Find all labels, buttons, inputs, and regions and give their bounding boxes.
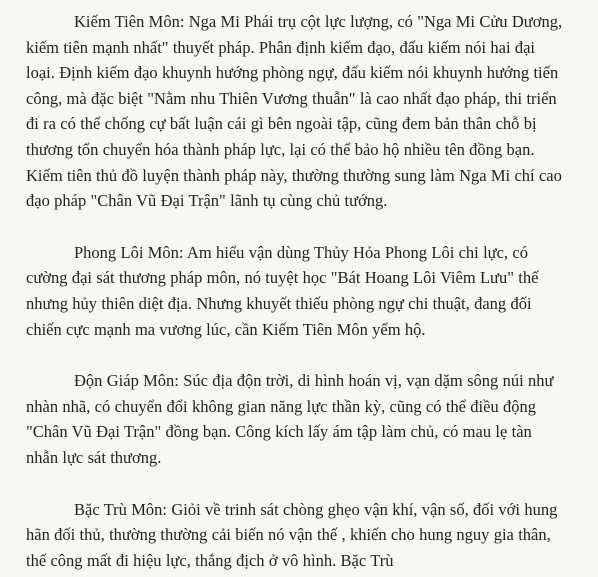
paragraph-phong-loi-mon: Phong Lôi Môn: Am hiểu vận dùng Thủy Hỏa… [26,242,539,339]
paragraph-bac-tru-mon: Bặc Trù Môn: Giỏi về trinh sát chòng ghẹ… [26,499,558,570]
paragraph-don-giap-mon: Độn Giáp Môn: Súc địa độn trời, di hình … [26,371,554,467]
reading-pane: Kiếm Tiên Môn: Nga Mi Phái trụ cột lực l… [0,0,598,577]
paragraph-kiem-tien-mon: Kiếm Tiên Môn: Nga Mi Phái trụ cột lực l… [26,12,563,211]
